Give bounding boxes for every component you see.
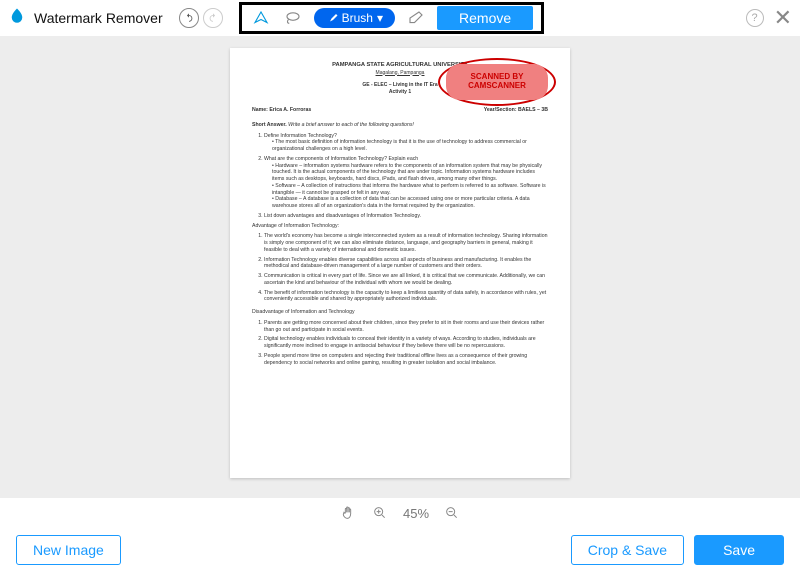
bottom-bar: New Image Crop & Save Save — [0, 528, 800, 572]
remove-button[interactable]: Remove — [437, 6, 533, 30]
save-button[interactable]: Save — [694, 535, 784, 565]
zoom-level: 45% — [403, 506, 429, 521]
titlebar: Watermark Remover Brush ▾ Remove ? ✕ — [0, 0, 800, 36]
window-controls: ? ✕ — [746, 5, 792, 31]
redo-button[interactable] — [203, 8, 223, 28]
toolbox: Brush ▾ Remove — [239, 2, 545, 34]
history-controls — [179, 8, 223, 28]
app-title: Watermark Remover — [34, 10, 163, 26]
app-logo-icon — [8, 7, 26, 30]
eraser-icon[interactable] — [405, 7, 427, 29]
zoom-in-icon[interactable] — [371, 504, 389, 522]
crop-save-button[interactable]: Crop & Save — [571, 535, 684, 565]
doc-questions: Define Information Technology? • The mos… — [264, 133, 548, 230]
chevron-down-icon: ▾ — [377, 11, 383, 25]
watermark-selection[interactable]: SCANNED BY CAMSCANNER — [442, 62, 552, 102]
doc-advantages: The world's economy has become a single … — [264, 233, 548, 303]
zoom-out-icon[interactable] — [443, 504, 461, 522]
new-image-button[interactable]: New Image — [16, 535, 121, 565]
doc-disadvantages: Parents are getting more concerned about… — [264, 320, 548, 367]
close-icon[interactable]: ✕ — [774, 5, 792, 31]
canvas-area[interactable]: SCANNED BY CAMSCANNER PAMPANGA STATE AGR… — [0, 36, 800, 498]
zoom-bar: 45% — [0, 498, 800, 528]
brush-tool-button[interactable]: Brush ▾ — [314, 8, 395, 28]
undo-button[interactable] — [179, 8, 199, 28]
help-icon[interactable]: ? — [746, 9, 764, 27]
polygon-select-icon[interactable] — [250, 7, 272, 29]
lasso-select-icon[interactable] — [282, 7, 304, 29]
document-page: SCANNED BY CAMSCANNER PAMPANGA STATE AGR… — [230, 48, 570, 478]
hand-pan-icon[interactable] — [339, 504, 357, 522]
brush-label: Brush — [342, 11, 373, 25]
